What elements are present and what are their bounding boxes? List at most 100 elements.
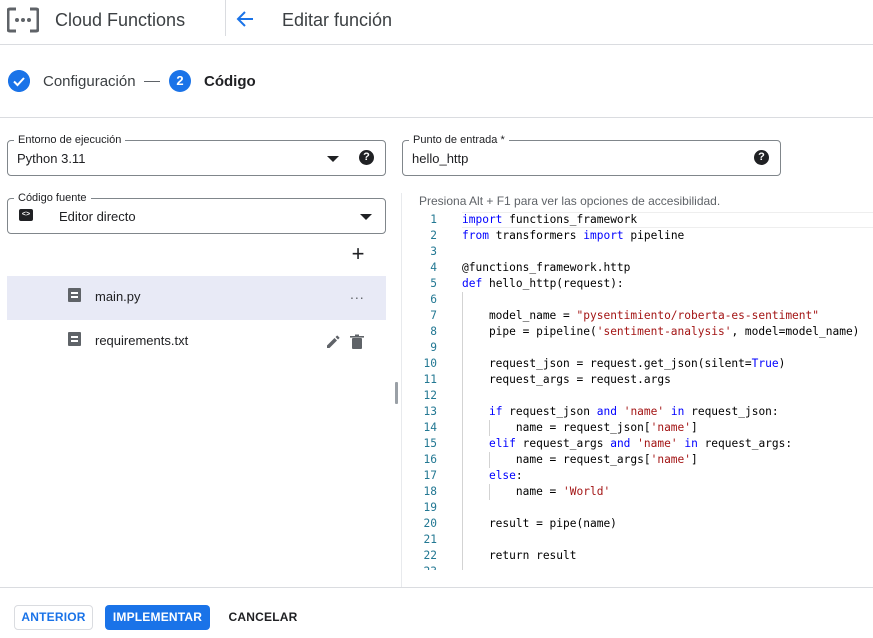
code-editor[interactable]: 1 import functions_framework 2 from transfo… xyxy=(403,212,873,570)
code-line[interactable]: 5 def hello_http(request): xyxy=(403,276,873,292)
step-codigo: Código xyxy=(204,73,256,90)
code-text: else: xyxy=(488,469,523,482)
code-text: request_args = request.args xyxy=(462,373,671,386)
delete-trash-icon[interactable] xyxy=(350,334,364,350)
code-line[interactable]: 1 import functions_framework xyxy=(403,212,873,228)
check-circle-icon[interactable] xyxy=(8,70,30,92)
file-icon xyxy=(68,332,81,346)
edit-pencil-icon[interactable] xyxy=(325,334,341,350)
footer-actions: ANTERIOR IMPLEMENTAR CANCELAR xyxy=(0,587,873,638)
code-line[interactable]: 23 xyxy=(403,564,873,570)
code-text: def hello_http(request): xyxy=(462,277,624,290)
file-row-main-py[interactable]: main.py ... xyxy=(7,276,386,320)
step-number-badge: 2 xyxy=(169,70,191,92)
line-number: 5 xyxy=(430,277,437,290)
line-number: 12 xyxy=(423,389,437,402)
help-icon[interactable]: ? xyxy=(754,150,769,165)
line-number: 1 xyxy=(430,213,437,226)
code-line[interactable]: 17 else: xyxy=(403,468,873,484)
runtime-select[interactable]: Entorno de ejecución Python 3.11 ? xyxy=(7,133,386,176)
line-number: 15 xyxy=(423,437,437,450)
header-divider xyxy=(225,0,226,36)
runtime-value: Python 3.11 xyxy=(17,151,86,166)
file-name: main.py xyxy=(95,289,141,304)
code-line[interactable]: 4 @functions_framework.http xyxy=(403,260,873,276)
help-icon[interactable]: ? xyxy=(359,150,374,165)
more-options-icon[interactable]: ... xyxy=(350,286,365,302)
source-label: Código fuente xyxy=(14,191,91,205)
indent-guide xyxy=(488,452,490,468)
accessibility-hint: Presiona Alt + F1 para ver las opciones … xyxy=(419,194,721,208)
line-number: 11 xyxy=(423,373,437,386)
cloud-functions-icon xyxy=(7,7,39,33)
code-line[interactable]: 3 xyxy=(403,244,873,260)
code-line[interactable]: 6 xyxy=(403,292,873,308)
file-name: requirements.txt xyxy=(95,333,189,348)
step-configuracion[interactable]: Configuración xyxy=(43,73,136,90)
editor-border xyxy=(401,193,402,587)
source-select[interactable]: Código fuente <> Editor directo xyxy=(7,191,386,234)
code-line[interactable]: 11 request_args = request.args xyxy=(403,372,873,388)
top-bar: Cloud Functions Editar función xyxy=(0,0,873,45)
code-text: if request_json and 'name' in request_js… xyxy=(488,405,779,418)
code-text: import functions_framework xyxy=(462,213,638,226)
arrow-back-icon[interactable] xyxy=(233,6,259,32)
line-number: 9 xyxy=(430,341,437,354)
app-title: Cloud Functions xyxy=(55,10,186,30)
line-number: 22 xyxy=(423,549,437,562)
code-line[interactable]: 12 xyxy=(403,388,873,404)
code-text: result = pipe(name) xyxy=(462,517,617,530)
page-title: Editar función xyxy=(282,10,393,30)
code-line[interactable]: 22 return result xyxy=(403,548,873,564)
add-file-button[interactable]: + xyxy=(348,243,368,265)
code-text: request_json = request.get_json(silent=T… xyxy=(462,357,786,370)
line-number: 6 xyxy=(430,293,437,306)
code-line[interactable]: 7 model_name = "pysentimiento/roberta-es… xyxy=(403,308,873,324)
previous-button[interactable]: ANTERIOR xyxy=(14,605,93,630)
code-line[interactable]: 19 xyxy=(403,500,873,516)
code-text: @functions_framework.http xyxy=(462,261,631,274)
line-number: 20 xyxy=(423,517,437,530)
code-line[interactable]: 21 xyxy=(403,532,873,548)
code-line[interactable]: 8 pipe = pipeline('sentiment-analysis', … xyxy=(403,324,873,340)
dropdown-arrow-icon xyxy=(360,214,372,220)
code-line[interactable]: 10 request_json = request.get_json(silen… xyxy=(403,356,873,372)
code-text: name = request_args['name'] xyxy=(462,453,698,466)
line-number: 23 xyxy=(403,564,437,570)
file-row-requirements-txt[interactable]: requirements.txt xyxy=(7,320,386,364)
source-value: Editor directo xyxy=(59,209,136,224)
code-line[interactable]: 2 from transformers import pipeline xyxy=(403,228,873,244)
code-line[interactable]: 15 elif request_args and 'name' in reque… xyxy=(403,436,873,452)
line-number: 3 xyxy=(430,245,437,258)
entry-point-label: Punto de entrada * xyxy=(409,133,509,147)
indent-guide xyxy=(488,420,490,436)
code-text: elif request_args and 'name' in request_… xyxy=(488,437,793,450)
code-icon: <> xyxy=(19,209,33,221)
code-text: name = request_json['name'] xyxy=(462,421,698,434)
code-text: name = 'World' xyxy=(462,485,611,498)
line-number: 19 xyxy=(423,501,437,514)
line-number: 13 xyxy=(423,405,437,418)
code-text: from transformers import pipeline xyxy=(462,229,685,242)
code-text: pipe = pipeline('sentiment-analysis', mo… xyxy=(462,325,860,338)
code-line[interactable]: 20 result = pipe(name) xyxy=(403,516,873,532)
deploy-button[interactable]: IMPLEMENTAR xyxy=(105,605,210,630)
code-line[interactable]: 16 name = request_args['name'] xyxy=(403,452,873,468)
code-line[interactable]: 9 xyxy=(403,340,873,356)
line-number: 2 xyxy=(430,229,437,242)
indent-guide xyxy=(462,292,463,570)
line-number: 7 xyxy=(430,309,437,322)
entry-point-value: hello_http xyxy=(412,151,469,166)
cancel-button[interactable]: CANCELAR xyxy=(222,605,304,630)
line-number: 10 xyxy=(423,357,437,370)
entry-point-field[interactable]: Punto de entrada * hello_http ? xyxy=(402,133,781,176)
file-icon xyxy=(68,288,81,302)
code-line[interactable]: 14 name = request_json['name'] xyxy=(403,420,873,436)
line-number: 14 xyxy=(423,421,437,434)
code-line[interactable]: 18 name = 'World' xyxy=(403,484,873,500)
panel-resize-handle[interactable] xyxy=(395,382,398,404)
line-number: 17 xyxy=(423,469,437,482)
dropdown-arrow-icon xyxy=(327,156,339,162)
code-line[interactable]: 13 if request_json and 'name' in request… xyxy=(403,404,873,420)
stepper: Configuración 2 Código xyxy=(0,46,873,118)
